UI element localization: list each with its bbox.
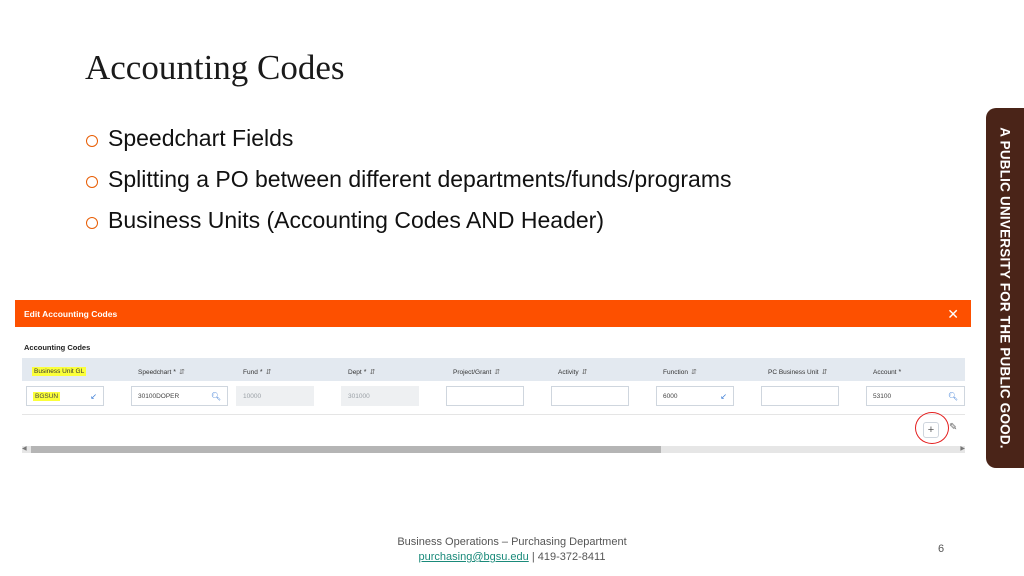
sort-icon[interactable]: ⇵ bbox=[494, 368, 500, 376]
footer-department: Business Operations – Purchasing Departm… bbox=[397, 536, 627, 548]
modal-title: Edit Accounting Codes bbox=[24, 308, 118, 319]
bullet-item: Speedchart Fields bbox=[86, 118, 731, 159]
circle-bullet-icon bbox=[86, 216, 98, 229]
required-marker: * bbox=[173, 369, 176, 376]
footer-phone: 419-372-8411 bbox=[537, 551, 606, 563]
sort-icon[interactable]: ⇵ bbox=[369, 368, 375, 376]
lookup-arrow-icon[interactable]: ↙ bbox=[90, 392, 97, 401]
scroll-right-icon[interactable]: ▶ bbox=[960, 445, 965, 452]
page-number: 6 bbox=[938, 543, 945, 555]
email-link[interactable]: purchasing@bgsu.edu bbox=[419, 551, 529, 563]
add-row-area: + ✎ bbox=[915, 412, 967, 444]
column-header-speedchart[interactable]: Speedchart * ⇵ bbox=[138, 358, 185, 381]
column-header-business-unit-gl: Business Unit GL bbox=[32, 367, 87, 376]
column-header-account: Account * bbox=[873, 369, 902, 376]
add-row-button[interactable]: + bbox=[923, 422, 939, 438]
slide-title: Accounting Codes bbox=[85, 48, 345, 87]
horizontal-scrollbar[interactable]: ◀ ▶ bbox=[22, 446, 965, 453]
sort-icon[interactable]: ⇵ bbox=[266, 368, 272, 376]
table-row: BGSUN ↙ 30100DOPER 🔍︎ 10000 301000 6000 ↙ 5… bbox=[22, 381, 965, 415]
footer: Business Operations – Purchasing Departm… bbox=[0, 535, 1024, 565]
fund-field: 10000 bbox=[236, 386, 314, 406]
sort-icon[interactable]: ⇵ bbox=[691, 368, 697, 376]
search-icon[interactable]: 🔍︎ bbox=[948, 392, 958, 401]
lookup-arrow-icon[interactable]: ↙ bbox=[720, 392, 727, 401]
dept-field: 301000 bbox=[341, 386, 419, 406]
footer-separator: | bbox=[528, 551, 538, 563]
activity-field[interactable] bbox=[551, 386, 629, 406]
modal-header: Edit Accounting Codes ✕ bbox=[15, 300, 971, 327]
search-icon[interactable]: 🔍︎ bbox=[211, 392, 221, 401]
required-marker: * bbox=[259, 369, 263, 376]
speedchart-field[interactable]: 30100DOPER 🔍︎ bbox=[131, 386, 228, 406]
column-header-activity[interactable]: Activity ⇵ bbox=[558, 358, 587, 381]
project-grant-field[interactable] bbox=[446, 386, 524, 406]
business-unit-field[interactable]: BGSUN ↙ bbox=[26, 386, 104, 406]
column-header-pc-business-unit[interactable]: PC Business Unit ⇵ bbox=[768, 358, 827, 381]
footer-contact: purchasing@bgsu.edu | 419-372-8411 bbox=[0, 550, 1024, 565]
side-banner: A PUBLIC UNIVERSITY FOR THE PUBLIC GOOD. bbox=[986, 108, 1024, 468]
column-header-dept[interactable]: Dept * ⇵ bbox=[348, 358, 375, 381]
pencil-icon[interactable]: ✎ bbox=[949, 422, 957, 433]
side-banner-text: A PUBLIC UNIVERSITY FOR THE PUBLIC GOOD. bbox=[997, 127, 1013, 449]
function-field[interactable]: 6000 ↙ bbox=[656, 386, 734, 406]
column-header-function[interactable]: Function ⇵ bbox=[663, 358, 697, 381]
sort-icon[interactable]: ⇵ bbox=[582, 368, 588, 376]
column-header-project-grant[interactable]: Project/Grant ⇵ bbox=[453, 358, 500, 381]
accounting-codes-screenshot: Edit Accounting Codes ✕ Accounting Codes… bbox=[15, 300, 971, 462]
close-icon[interactable]: ✕ bbox=[947, 307, 959, 321]
scroll-left-icon[interactable]: ◀ bbox=[22, 445, 27, 452]
bullet-text: Speedchart Fields bbox=[108, 125, 294, 151]
bullet-item: Splitting a PO between different departm… bbox=[86, 159, 731, 200]
grid-header: Business Unit GL Speedchart * ⇵ Fund * ⇵ Dep… bbox=[22, 358, 965, 381]
pc-business-unit-field[interactable] bbox=[761, 386, 839, 406]
sort-icon[interactable]: ⇵ bbox=[179, 368, 185, 376]
bullet-list: Speedchart Fields Splitting a PO between… bbox=[86, 118, 731, 241]
required-marker: * bbox=[898, 369, 902, 376]
required-marker: * bbox=[363, 369, 367, 376]
bullet-item: Business Units (Accounting Codes AND Hea… bbox=[86, 200, 731, 241]
circle-bullet-icon bbox=[86, 134, 98, 147]
circle-bullet-icon bbox=[86, 175, 98, 188]
column-header-fund[interactable]: Fund * ⇵ bbox=[243, 358, 271, 381]
scroll-thumb[interactable] bbox=[31, 446, 661, 453]
section-label: Accounting Codes bbox=[24, 343, 91, 352]
sort-icon[interactable]: ⇵ bbox=[822, 368, 828, 376]
bullet-text: Business Units (Accounting Codes AND Hea… bbox=[108, 207, 605, 233]
bullet-text: Splitting a PO between different departm… bbox=[108, 166, 732, 192]
account-field[interactable]: 53100 🔍︎ bbox=[866, 386, 965, 406]
